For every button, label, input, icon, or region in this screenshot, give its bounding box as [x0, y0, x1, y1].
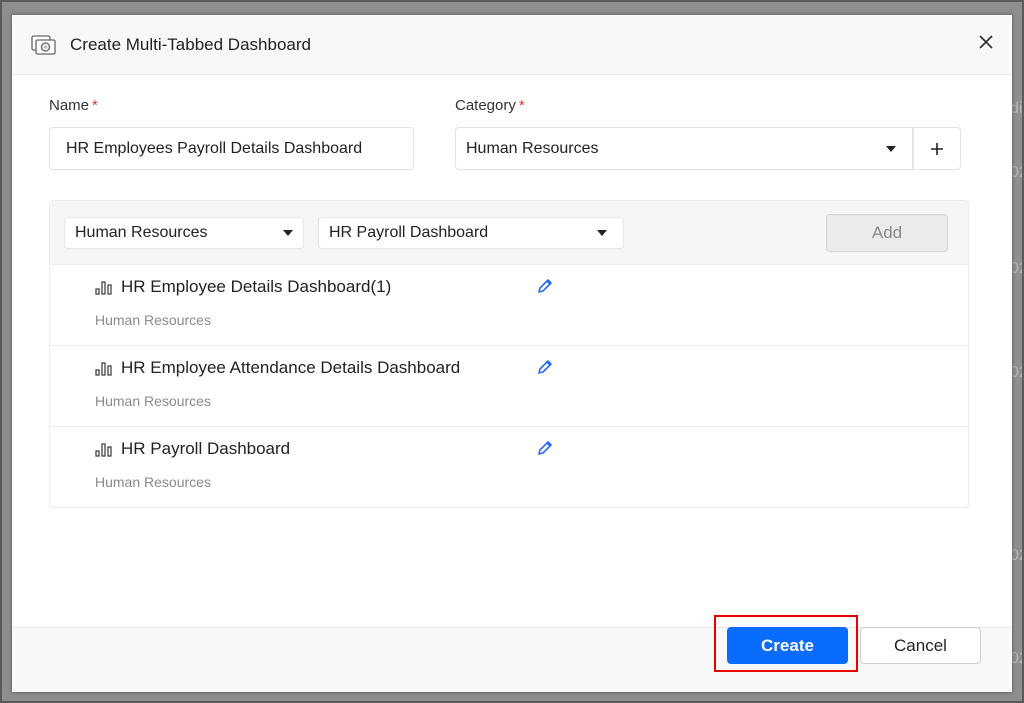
item-title: HR Payroll Dashboard — [121, 439, 291, 458]
category-dropdown-value: Human Resources — [466, 139, 599, 157]
category-label: Category * — [455, 97, 525, 114]
category-dropdown[interactable]: Human Resources — [455, 127, 913, 170]
dashboard-window-icon — [30, 33, 58, 57]
close-button[interactable] — [974, 30, 998, 54]
name-input[interactable] — [49, 127, 414, 170]
dashboard-list-panel: Human Resources HR Payroll Dashboard Add… — [49, 200, 969, 508]
pencil-icon — [538, 360, 552, 374]
chevron-down-icon — [283, 230, 293, 236]
toolbar-dashboard-dropdown[interactable]: HR Payroll Dashboard — [318, 217, 624, 249]
toolbar-category-value: Human Resources — [75, 224, 208, 241]
item-title: HR Employee Details Dashboard(1) — [121, 277, 392, 296]
required-marker: * — [92, 97, 98, 114]
pencil-icon — [538, 441, 552, 455]
chevron-down-icon — [597, 230, 607, 236]
name-label: Name * — [49, 97, 98, 114]
cancel-button[interactable]: Cancel — [860, 627, 981, 664]
list-item: HR Payroll Dashboard Human Resources — [50, 427, 968, 508]
chevron-down-icon — [886, 145, 896, 152]
item-category: Human Resources — [95, 312, 211, 328]
bar-chart-icon — [95, 362, 113, 376]
item-category: Human Resources — [95, 474, 211, 490]
edit-button[interactable] — [536, 277, 554, 295]
toolbar-category-dropdown[interactable]: Human Resources — [64, 217, 304, 249]
pencil-icon — [538, 279, 552, 293]
toolbar-dashboard-value: HR Payroll Dashboard — [329, 224, 489, 241]
add-dashboard-toolbar: Human Resources HR Payroll Dashboard Add — [50, 201, 968, 265]
edit-button[interactable] — [536, 358, 554, 376]
add-button[interactable]: Add — [826, 214, 948, 252]
category-label-text: Category — [455, 97, 516, 114]
create-dashboard-dialog: Create Multi-Tabbed Dashboard Name* Cate… — [12, 15, 1012, 692]
bar-chart-icon — [95, 443, 113, 457]
item-category: Human Resources — [95, 393, 211, 409]
close-icon — [979, 35, 993, 49]
list-item: HR Employee Attendance Details Dashboard… — [50, 346, 968, 427]
dialog-header: Create Multi-Tabbed Dashboard — [12, 15, 1012, 75]
bar-chart-icon — [95, 281, 113, 295]
create-button[interactable]: Create — [727, 627, 848, 664]
add-category-button[interactable] — [913, 127, 961, 170]
dialog-title: Create Multi-Tabbed Dashboard — [70, 34, 311, 54]
edit-button[interactable] — [536, 439, 554, 457]
plus-icon — [931, 142, 943, 155]
list-item: HR Employee Details Dashboard(1) Human R… — [50, 265, 968, 346]
name-label-text: Name — [49, 97, 90, 114]
item-title: HR Employee Attendance Details Dashboard — [121, 358, 461, 377]
required-marker: * — [518, 97, 525, 114]
